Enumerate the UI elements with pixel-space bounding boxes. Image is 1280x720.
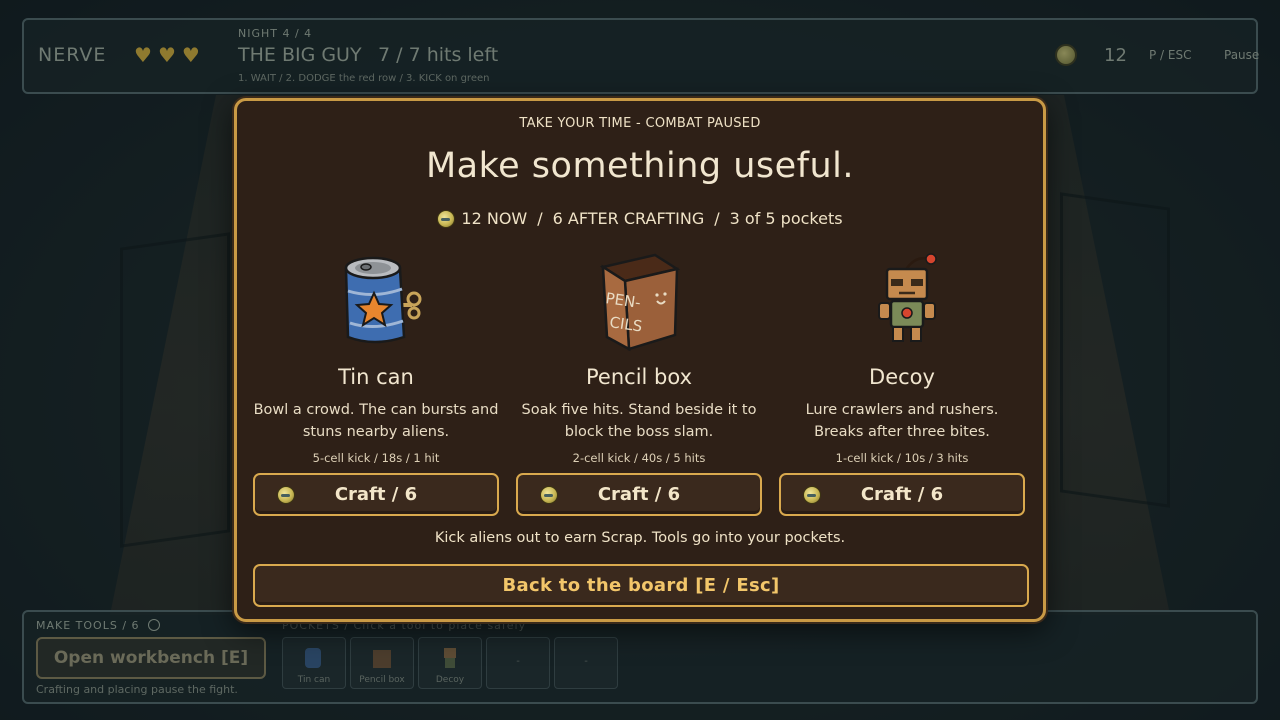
tool-art: PEN- CILS [516,251,762,353]
craft-button-label: Craft / 6 [334,484,418,505]
pocket-label: Decoy [435,675,465,685]
modal-title: Make something useful. [425,146,855,186]
crafting-modal: TAKE YOUR TIME - COMBAT PAUSED Make some… [234,98,1046,622]
tool-card-tin-can: Tin can Bowl a crowd. The can bursts and… [253,251,499,516]
make-tools-label: MAKE TOOLS / 6 [36,619,140,632]
tool-card-decoy: Decoy Lure crawlers and rushers. Breaks … [779,251,1025,516]
scrap-economy-line: 12 NOW / 6 AFTER CRAFTING / 3 of 5 pocke… [237,209,1043,228]
tool-description: Soak five hits. Stand beside it to block… [516,399,762,443]
pause-button[interactable]: Pause [1224,48,1259,62]
craft-button-label: Craft / 6 [860,484,944,505]
tool-art [779,251,1025,353]
tool-description: Lure crawlers and rushers. Breaks after … [779,399,1025,443]
tool-description-line: Breaks after three bites. [814,424,990,440]
tin-can-icon [305,648,321,668]
boss-name: THE BIG GUY [238,44,362,66]
crafting-note: Crafting and placing pause the fight. [36,683,238,696]
tool-name: Decoy [869,365,935,389]
pencil-box-icon: PEN- CILS [599,253,681,352]
pause-key-hint: P / ESC [1149,48,1192,62]
hud-bottom-bar: MAKE TOOLS / 6 Open workbench [E] Crafti… [22,610,1258,704]
scrap-coin-icon [277,486,295,504]
pockets-used: 3 of 5 pockets [729,209,843,228]
scrap-coin-icon [437,209,456,228]
separator: / [714,209,720,228]
craft-tin-can-button[interactable]: Craft / 6 [253,473,499,516]
decoy-robot-icon [878,253,937,342]
pocket-slot-decoy[interactable]: Decoy [418,637,482,689]
decoy-icon [444,648,456,668]
scrap-coin-icon [540,486,558,504]
combat-hint: 1. WAIT / 2. DODGE the red row / 3. KICK… [238,73,490,84]
back-to-board-button[interactable]: Back to the board [E / Esc] [253,564,1029,607]
tool-description-line: stuns nearby aliens. [302,424,450,440]
tool-name: Tin can [338,365,414,389]
scrap-coin-icon [148,619,160,631]
pocket-slot-empty[interactable]: - [486,637,550,689]
nerve-hearts: ♥ ♥ ♥ [134,45,200,65]
pocket-label: Tin can [297,675,331,685]
separator: / [537,209,543,228]
scrap-coin-icon [803,486,821,504]
tool-stats: 5-cell kick / 18s / 1 hit [312,451,440,465]
tool-description: Bowl a crowd. The can bursts and stuns n… [253,399,499,443]
scrap-coin-icon [1055,44,1077,66]
craft-pencil-box-button[interactable]: Craft / 6 [516,473,762,516]
night-counter: NIGHT 4 / 4 [238,27,313,40]
open-workbench-button[interactable]: Open workbench [E] [36,637,266,679]
combat-paused-label: TAKE YOUR TIME - COMBAT PAUSED [519,116,761,131]
hud-top-bar: NERVE ♥ ♥ ♥ NIGHT 4 / 4 THE BIG GUY 7 / … [22,18,1259,94]
tool-description-line: Lure crawlers and rushers. [805,402,999,418]
pocket-slot-empty[interactable]: - [554,637,618,689]
boss-hits-left: 7 / 7 hits left [378,44,499,66]
pocket-empty-marker: - [584,656,588,667]
tool-description-line: Bowl a crowd. The can bursts and [253,402,499,418]
heart-icon: ♥ [134,43,152,67]
scrap-count: 12 [1104,45,1127,66]
pocket-slot-tin-can[interactable]: Tin can [282,637,346,689]
pocket-empty-marker: - [516,656,520,667]
heart-icon: ♥ [181,43,200,67]
pocket-slot-pencil-box[interactable]: Pencil box [350,637,414,689]
scrap-now: 12 NOW [461,209,528,228]
tool-card-pencil-box: PEN- CILS Pencil box Soak five hits. Sta… [516,251,762,516]
scrap-after-crafting: 6 AFTER CRAFTING [552,209,705,228]
tool-stats: 1-cell kick / 10s / 3 hits [835,451,969,465]
pencil-box-icon [373,650,391,668]
tool-name: Pencil box [586,365,692,389]
craft-decoy-button[interactable]: Craft / 6 [779,473,1025,516]
tool-stats: 2-cell kick / 40s / 5 hits [572,451,706,465]
tool-description-line: Soak five hits. Stand beside it to [521,402,757,418]
craft-button-label: Craft / 6 [597,484,681,505]
tool-description-line: block the boss slam. [564,424,714,440]
heart-icon: ♥ [157,43,176,67]
tin-can-icon [344,256,422,344]
pocket-label: Pencil box [359,675,405,685]
nerve-label: NERVE [38,44,107,66]
scrap-footnote: Kick aliens out to earn Scrap. Tools go … [434,530,846,546]
tool-art [253,251,499,353]
